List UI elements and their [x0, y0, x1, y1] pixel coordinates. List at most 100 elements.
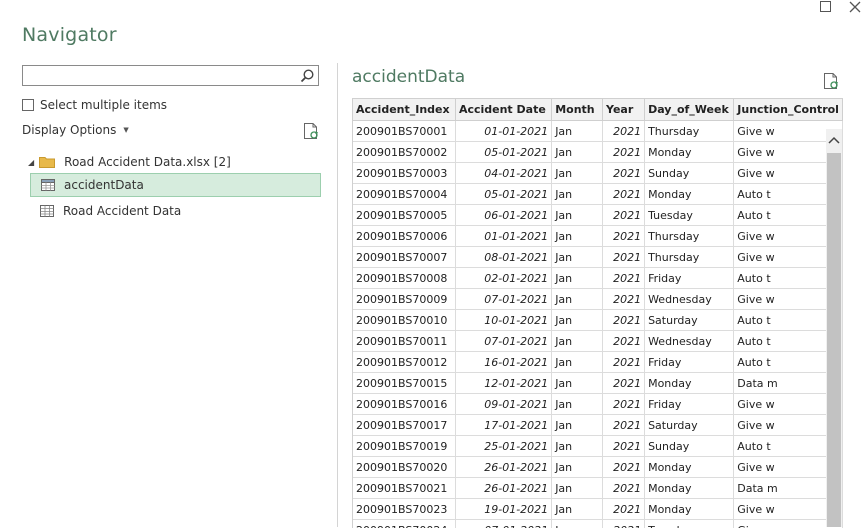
- scroll-up-icon[interactable]: [828, 135, 840, 145]
- close-icon: [848, 0, 862, 14]
- table-cell: 2021: [603, 163, 645, 184]
- table-row: 200901BS7001925-01-2021Jan2021SundayAuto…: [353, 436, 843, 457]
- close-button[interactable]: [848, 0, 864, 14]
- table-cell: 05-01-2021: [455, 142, 551, 163]
- table-cell: Thursday: [645, 226, 734, 247]
- refresh-icon[interactable]: [823, 72, 839, 90]
- data-table: Accident_Index Accident Date Month Year …: [353, 99, 843, 528]
- table-cell: Monday: [645, 142, 734, 163]
- table-cell: 2021: [603, 268, 645, 289]
- table-cell: Friday: [645, 352, 734, 373]
- table-icon: [41, 179, 55, 191]
- table-cell: 200901BS70015: [353, 373, 455, 394]
- table-cell: Monday: [645, 457, 734, 478]
- display-options-label: Display Options: [22, 123, 116, 137]
- table-cell: Monday: [645, 478, 734, 499]
- vertical-scrollbar[interactable]: [826, 129, 842, 527]
- table-cell: Jan: [552, 457, 603, 478]
- table-row: 200901BS7000708-01-2021Jan2021ThursdayGi…: [353, 247, 843, 268]
- scrollbar-thumb[interactable]: [827, 153, 841, 527]
- table-cell: 200901BS70012: [353, 352, 455, 373]
- table-cell: Jan: [552, 163, 603, 184]
- table-cell: 2021: [603, 394, 645, 415]
- table-cell: Jan: [552, 373, 603, 394]
- table-row: 200901BS7002319-01-2021Jan2021MondayGive…: [353, 499, 843, 520]
- table-cell: Wednesday: [645, 331, 734, 352]
- search-input[interactable]: [23, 66, 301, 85]
- table-cell: 12-01-2021: [455, 373, 551, 394]
- table-row: 200901BS7001216-01-2021Jan2021FridayAuto…: [353, 352, 843, 373]
- table-cell: 2021: [603, 184, 645, 205]
- table-cell: Jan: [552, 352, 603, 373]
- tree-item-accidentdata[interactable]: accidentData: [30, 173, 321, 197]
- table-cell: 17-01-2021: [455, 415, 551, 436]
- display-options-dropdown[interactable]: Display Options ▼: [22, 123, 129, 137]
- table-cell: 02-01-2021: [455, 268, 551, 289]
- tree-item-label: accidentData: [64, 178, 144, 192]
- table-row: 200901BS7001609-01-2021Jan2021FridayGive…: [353, 394, 843, 415]
- table-cell: 2021: [603, 331, 645, 352]
- table-cell: 200901BS70006: [353, 226, 455, 247]
- table-row: 200901BS7000205-01-2021Jan2021MondayGive…: [353, 142, 843, 163]
- table-cell: 200901BS70001: [353, 121, 455, 142]
- table-cell: 200901BS70009: [353, 289, 455, 310]
- table-cell: Jan: [552, 226, 603, 247]
- refresh-icon[interactable]: [303, 122, 319, 140]
- search-icon[interactable]: [299, 68, 315, 84]
- table-cell: 25-01-2021: [455, 436, 551, 457]
- search-box[interactable]: [22, 65, 319, 86]
- tree-item-road-accident-data[interactable]: Road Accident Data: [30, 199, 321, 223]
- table-cell: Saturday: [645, 310, 734, 331]
- table-cell: 08-01-2021: [455, 247, 551, 268]
- table-cell: 2021: [603, 247, 645, 268]
- table-cell: 200901BS70008: [353, 268, 455, 289]
- column-header[interactable]: Year: [603, 99, 645, 121]
- pane-divider[interactable]: [337, 63, 338, 527]
- table-cell: Wednesday: [645, 289, 734, 310]
- table-cell: Jan: [552, 436, 603, 457]
- table-cell: 2021: [603, 373, 645, 394]
- table-cell: 2021: [603, 142, 645, 163]
- maximize-button[interactable]: [818, 0, 834, 14]
- table-cell: 04-01-2021: [455, 163, 551, 184]
- table-cell: 09-01-2021: [455, 394, 551, 415]
- column-header[interactable]: Accident_Index: [353, 99, 455, 121]
- column-header[interactable]: Day_of_Week: [645, 99, 734, 121]
- table-cell: 2021: [603, 352, 645, 373]
- table-row: 200901BS7000601-01-2021Jan2021ThursdayGi…: [353, 226, 843, 247]
- table-cell: 200901BS70020: [353, 457, 455, 478]
- table-cell: 19-01-2021: [455, 499, 551, 520]
- tree-folder-workbook[interactable]: ◢ Road Accident Data.xlsx [2]: [22, 150, 321, 174]
- expand-triangle-icon[interactable]: ◢: [28, 158, 34, 167]
- table-row: 200901BS7000405-01-2021Jan2021MondayAuto…: [353, 184, 843, 205]
- table-cell: 01-01-2021: [455, 226, 551, 247]
- table-row: 200901BS7001512-01-2021Jan2021MondayData…: [353, 373, 843, 394]
- preview-title: accidentData: [352, 67, 465, 87]
- table-row: 200901BS7002026-01-2021Jan2021MondayGive…: [353, 457, 843, 478]
- table-cell: 200901BS70017: [353, 415, 455, 436]
- table-cell: Jan: [552, 268, 603, 289]
- select-multiple-toggle[interactable]: Select multiple items: [22, 97, 167, 113]
- table-cell: 200901BS70004: [353, 184, 455, 205]
- table-cell: Jan: [552, 415, 603, 436]
- select-multiple-checkbox[interactable]: [22, 99, 34, 111]
- chevron-down-icon: ▼: [123, 126, 128, 134]
- table-cell: Jan: [552, 310, 603, 331]
- table-cell: 200901BS70003: [353, 163, 455, 184]
- table-cell: 05-01-2021: [455, 184, 551, 205]
- table-cell: 2021: [603, 478, 645, 499]
- table-cell: Saturday: [645, 415, 734, 436]
- column-header[interactable]: Junction_Control: [734, 99, 843, 121]
- table-cell: 200901BS70011: [353, 331, 455, 352]
- table-cell: Jan: [552, 184, 603, 205]
- table-cell: Jan: [552, 205, 603, 226]
- table-cell: 2021: [603, 226, 645, 247]
- column-header[interactable]: Accident Date: [455, 99, 551, 121]
- tree-folder-label: Road Accident Data.xlsx [2]: [64, 155, 231, 169]
- table-cell: Friday: [645, 394, 734, 415]
- table-cell: Monday: [645, 373, 734, 394]
- column-header[interactable]: Month: [552, 99, 603, 121]
- folder-icon: [39, 156, 55, 168]
- table-cell: 200901BS70005: [353, 205, 455, 226]
- maximize-icon: [820, 1, 831, 12]
